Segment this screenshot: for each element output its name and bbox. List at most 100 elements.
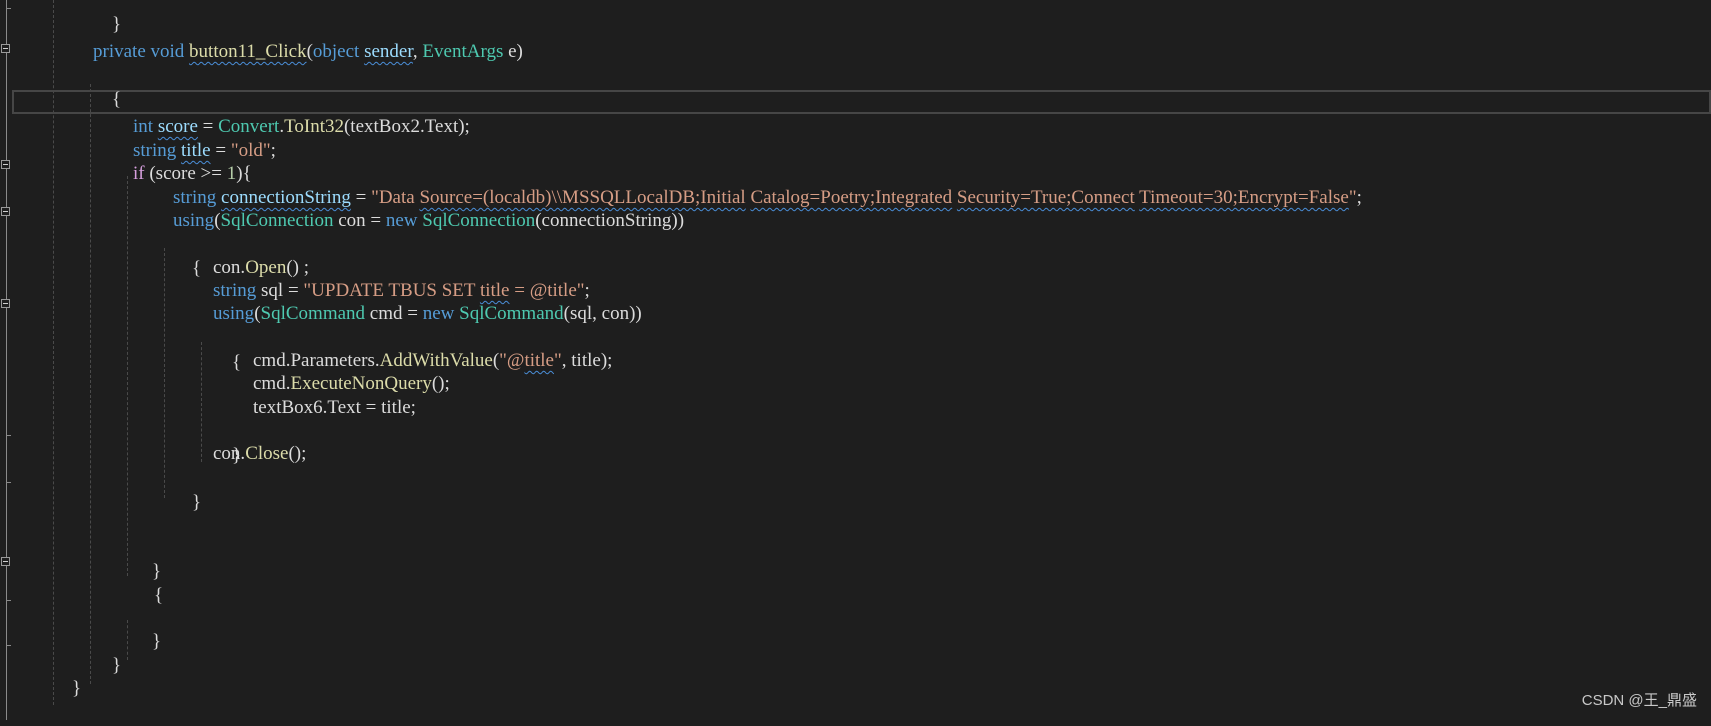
type-sqlconnection: SqlConnection — [422, 210, 536, 231]
operator: = — [350, 187, 372, 208]
code-editor[interactable]: } private void button11_Click(object sen… — [0, 0, 1711, 720]
variable-sql: sql = — [256, 280, 304, 301]
code-line: } — [133, 534, 161, 582]
keyword-using: using — [173, 210, 215, 231]
indent-guide — [127, 620, 128, 660]
operator: = — [197, 116, 219, 137]
param-e: e) — [503, 41, 523, 62]
keyword-new: new — [385, 210, 418, 231]
code-line: } — [173, 465, 201, 513]
code-line: string title = "old"; — [133, 138, 276, 163]
code-line: private void button11_Click(object sende… — [93, 39, 523, 64]
method-close: Close — [245, 443, 289, 464]
type-sqlcommand: SqlCommand — [459, 303, 564, 324]
string-literal: Source=(localdb)\\MSSQLLocalDB;Initial — [419, 187, 746, 208]
code-line: { — [213, 325, 241, 373]
opening-brace: { — [192, 258, 202, 279]
variable-cmd: cmd.Parameters. — [253, 350, 380, 371]
keyword-if: if — [133, 163, 145, 184]
keyword-string: string — [173, 187, 217, 208]
method-name: button11_Click — [189, 41, 307, 62]
code-line: { — [93, 62, 121, 110]
string-literal: " — [1348, 187, 1357, 208]
method-addwithvalue: AddWithValue — [379, 350, 493, 371]
method-open: Open — [245, 257, 287, 278]
method-toint32: ToInt32 — [284, 116, 344, 137]
string-literal: title — [524, 350, 554, 371]
arguments: (connectionString)) — [535, 210, 685, 231]
code-line: } — [93, 628, 121, 676]
code-line: { — [173, 231, 201, 279]
code-line: } — [53, 651, 81, 699]
collapse-icon[interactable] — [1, 160, 10, 169]
string-literal: "UPDATE TBUS SET — [303, 280, 480, 301]
keyword-object: object — [312, 41, 360, 62]
punctuation: ; — [584, 280, 590, 301]
closing-brace: } — [72, 678, 82, 699]
outlining-gutter — [0, 0, 12, 720]
keyword-string: string — [133, 140, 177, 161]
code-line: } — [93, 0, 121, 35]
string-literal: = @title" — [509, 280, 585, 301]
closing-brace: } — [112, 14, 122, 35]
code-line: con.Close(); — [213, 441, 306, 466]
code-line: int score = Convert.ToInt32(textBox2.Tex… — [133, 114, 470, 139]
outline-end-tick — [6, 8, 11, 9]
keyword-int: int — [133, 116, 154, 137]
current-line-highlight — [12, 90, 1711, 114]
collapse-icon[interactable] — [1, 557, 10, 566]
outline-end-tick — [6, 482, 11, 483]
type-sqlcommand: SqlCommand — [260, 303, 366, 324]
code-line: textBox6.Text = title; — [253, 395, 416, 420]
punctuation: ; — [1356, 187, 1362, 208]
variable-con: con = — [333, 210, 386, 231]
string-literal: Security=True;Connect — [956, 187, 1135, 208]
condition: (score >= — [144, 163, 227, 184]
param-sender: sender — [364, 41, 413, 62]
code-line: cmd.ExecuteNonQuery(); — [253, 371, 450, 396]
keyword-private: private — [93, 41, 146, 62]
outline-end-tick — [6, 435, 11, 436]
keyword-string: string — [213, 280, 257, 301]
opening-brace: { — [154, 585, 164, 606]
keyword-new: new — [422, 303, 455, 324]
opening-brace: { — [232, 352, 242, 373]
string-literal: "Data — [371, 187, 420, 208]
code-line: cmd.Parameters.AddWithValue("@title", ti… — [253, 348, 612, 373]
variable-title: title — [181, 140, 211, 161]
punctuation: (); — [288, 443, 307, 464]
code-line: { — [135, 558, 163, 606]
variable-connectionstring: connectionString — [221, 187, 351, 208]
string-literal: Catalog=Poetry;Integrated — [750, 187, 953, 208]
variable-con: con. — [213, 443, 246, 464]
method-executenonquery: ExecuteNonQuery — [290, 373, 432, 394]
variable-score: score — [157, 116, 198, 137]
outline-line — [6, 0, 7, 720]
collapse-icon[interactable] — [1, 299, 10, 308]
type-sqlconnection: SqlConnection — [220, 210, 334, 231]
code-line: string sql = "UPDATE TBUS SET title = @t… — [213, 278, 590, 303]
collapse-icon[interactable] — [1, 207, 10, 216]
indent-guide — [127, 176, 128, 576]
assignment: textBox6.Text = title; — [253, 397, 416, 418]
punctuation: () ; — [286, 257, 310, 278]
code-line: using(SqlConnection con = new SqlConnect… — [173, 208, 684, 233]
number-literal: 1 — [226, 163, 237, 184]
string-literal: title — [479, 280, 510, 301]
keyword-using: using — [213, 303, 255, 324]
string-literal: " — [554, 350, 562, 371]
code-line: con.Open() ; — [213, 255, 309, 280]
indent-guide — [164, 248, 165, 498]
code-line: if (score >= 1){ — [133, 161, 252, 186]
punctuation: ; — [270, 140, 276, 161]
outline-end-tick — [6, 600, 11, 601]
type-eventargs: EventArgs — [422, 41, 504, 62]
collapse-icon[interactable] — [1, 44, 10, 53]
string-literal: "old" — [230, 140, 271, 161]
watermark: CSDN @王_鼎盛 — [1581, 692, 1697, 709]
punctuation: (); — [431, 373, 450, 394]
code-line: string connectionString = "Data Source=(… — [173, 185, 1362, 210]
closing-brace: } — [192, 492, 202, 513]
variable-con: con. — [213, 257, 246, 278]
arguments: (sql, con)) — [563, 303, 642, 324]
